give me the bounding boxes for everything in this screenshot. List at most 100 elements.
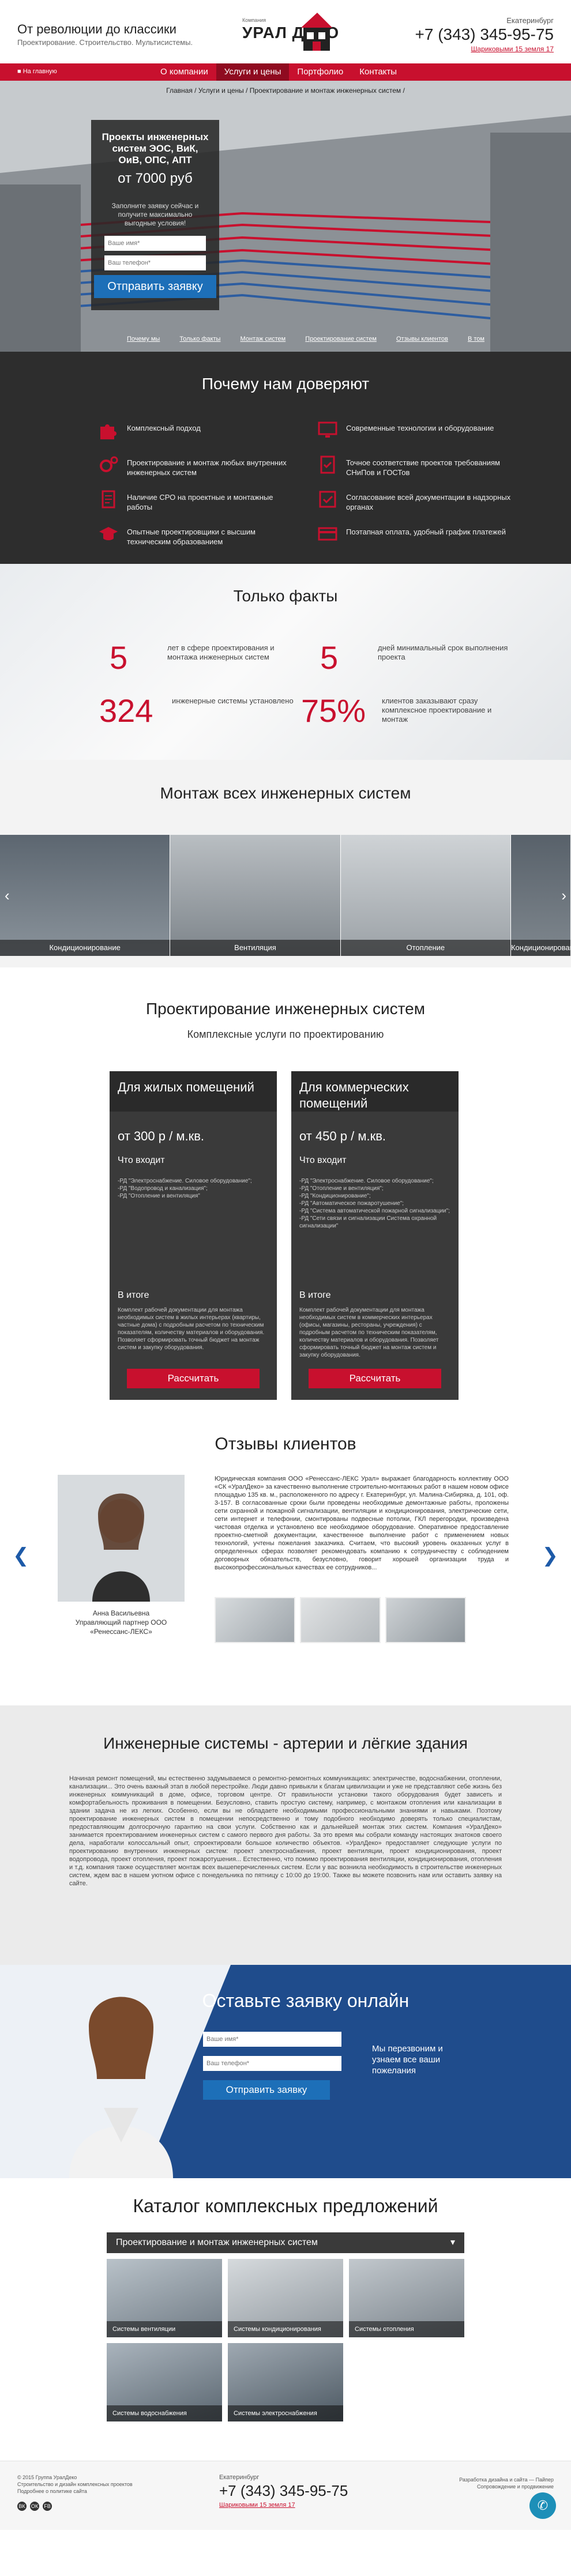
pricing-card-commercial: Для коммерческих помещений от 450 р / м.…: [291, 1071, 459, 1400]
nav-items: О компании Услуги и цены Портфолио Конта…: [152, 63, 405, 81]
footer-phone[interactable]: +7 (343) 345-95-75: [219, 2482, 348, 2500]
section-tab-more[interactable]: В том: [468, 336, 484, 342]
fact-number: 324: [99, 692, 153, 729]
calculate-button[interactable]: Рассчитать: [127, 1369, 260, 1388]
catalog-category-select[interactable]: Проектирование и монтаж инженерных систе…: [107, 2232, 464, 2253]
montage-slide-caption: Отопление: [340, 940, 510, 956]
review-thumbnail[interactable]: [385, 1597, 466, 1643]
catalog-card-caption: Системы кондиционирования: [228, 2321, 343, 2337]
slider-next-arrow-icon[interactable]: ›: [561, 887, 566, 905]
offer-price: от 7000 руб: [118, 171, 193, 186]
design-subtitle: Комплексные услуги по проектированию: [187, 1029, 384, 1040]
pricing-card-total-heading: В итоге: [299, 1290, 331, 1300]
pricing-card-head: Для жилых помещений: [110, 1071, 277, 1112]
catalog-grid: Системы вентиляции Системы кондициониров…: [107, 2259, 464, 2427]
footer-socials: ВК ОК FB: [17, 2502, 55, 2511]
breadcrumb[interactable]: Главная / Услуги и цены / Проектирование…: [0, 86, 571, 95]
section-tab-montage[interactable]: Монтаж систем: [241, 336, 286, 342]
fact-item: 5 дней минимальный срок выполнения проек…: [320, 639, 516, 685]
section-tab-facts[interactable]: Только факты: [179, 336, 220, 342]
phone-call-icon[interactable]: ✆: [529, 2492, 556, 2519]
montage-slide-caption: Вентиляция: [170, 940, 340, 956]
catalog-card[interactable]: Системы кондиционирования: [228, 2259, 343, 2337]
pricing-card-description: Комплект рабочей документации для монтаж…: [299, 1307, 439, 1358]
pricing-card-description: Комплект рабочей документации для монтаж…: [118, 1307, 265, 1351]
catalog-card-caption: Системы водоснабжения: [107, 2405, 222, 2421]
nav-item-services[interactable]: Услуги и цены: [216, 63, 290, 81]
site-footer: © 2015 Группа УралДеко Строительство и д…: [0, 2461, 571, 2530]
montage-section: Монтаж всех инженерных систем Кондициони…: [0, 760, 571, 967]
calculate-button[interactable]: Рассчитать: [309, 1369, 441, 1388]
trust-item: Проектирование и монтаж любых внутренних…: [98, 454, 294, 489]
fact-label: лет в сфере проектирования и монтажа инж…: [167, 643, 275, 661]
header-phone[interactable]: +7 (343) 345-95-75: [415, 25, 554, 44]
trust-item: Комплексный подход: [98, 420, 294, 454]
trust-item-text: Согласование всей документации в надзорн…: [346, 493, 511, 511]
footer-developer[interactable]: Разработка дизайна и сайта — Пайпер Сопр…: [438, 2476, 554, 2490]
nav-item-about[interactable]: О компании: [152, 63, 216, 81]
fact-item: 5 лет в сфере проектирования и монтажа и…: [110, 639, 306, 685]
catalog-card[interactable]: Системы вентиляции: [107, 2259, 222, 2337]
catalog-title: Каталог комплексных предложений: [133, 2195, 438, 2216]
pricing-card-includes-heading: Что входит: [299, 1155, 347, 1165]
reviews-prev-arrow-icon[interactable]: ❮: [13, 1544, 29, 1567]
review-thumbnail[interactable]: [300, 1597, 381, 1643]
logo[interactable]: Компания УРАЛ ДЕКО: [242, 6, 340, 58]
review-text: Юридическая компания ООО «Ренессанс-ЛЕКС…: [215, 1475, 509, 1571]
reviewer-name: Анна Васильевна Управляющий партнер ООО …: [75, 1609, 167, 1636]
hero-submit-button[interactable]: Отправить заявку: [94, 275, 216, 298]
footer-city: Екатеринбург: [219, 2474, 260, 2481]
reviews-next-arrow-icon[interactable]: ❯: [542, 1544, 559, 1567]
fact-number: 5: [110, 639, 128, 676]
slider-prev-arrow-icon[interactable]: ‹: [5, 887, 10, 905]
fact-item: 75% клиентов заказывают сразу комплексно…: [301, 692, 497, 738]
order-name-input[interactable]: [203, 2032, 341, 2047]
design-section: Проектирование инженерных систем Комплек…: [0, 967, 571, 1434]
montage-slide[interactable]: Кондиционирование: [0, 835, 171, 956]
reviewer-photo: [58, 1475, 185, 1602]
pricing-card-price: от 450 р / м.кв.: [299, 1129, 386, 1143]
trust-item-text: Точное соответствие проектов требованиям…: [346, 458, 500, 477]
catalog-card-caption: Системы электроснабжения: [228, 2405, 343, 2421]
hero-phone-input[interactable]: [104, 255, 206, 270]
monitor-icon: [318, 421, 337, 438]
review-thumbnails: [215, 1597, 471, 1643]
review-thumbnail[interactable]: [215, 1597, 295, 1643]
montage-slider[interactable]: Кондиционирование Вентиляция Отопление К…: [0, 835, 571, 956]
section-tab-why[interactable]: Почему мы: [127, 336, 160, 342]
trust-item: Опытные проектировщики с высшим техничес…: [98, 524, 294, 558]
trust-item-text: Наличие СРО на проектные и монтажные раб…: [127, 493, 273, 511]
facebook-icon[interactable]: FB: [43, 2502, 52, 2511]
catalog-card[interactable]: Системы отопления: [349, 2259, 464, 2337]
montage-slide[interactable]: Вентиляция: [170, 835, 341, 956]
montage-slide-caption: Кондиционирование: [510, 940, 571, 956]
catalog-card[interactable]: Системы водоснабжения: [107, 2343, 222, 2421]
logo-house-icon: [301, 13, 332, 51]
nav-home-link[interactable]: ■ На главную: [17, 68, 57, 75]
nav-item-contacts[interactable]: Контакты: [351, 63, 405, 81]
pricing-card-includes-heading: Что входит: [118, 1155, 165, 1165]
catalog-card[interactable]: Системы электроснабжения: [228, 2343, 343, 2421]
offer-title: Проекты инженерных систем ЭОС, ВиК, ОиВ,…: [102, 131, 209, 165]
nav-item-portfolio[interactable]: Портфолио: [289, 63, 351, 81]
footer-callback-link[interactable]: Шариковыми 15 земля 17: [219, 2502, 295, 2509]
section-tab-design[interactable]: Проектирование систем: [305, 336, 377, 342]
article-title: Инженерные системы - артерии и лёгкие зд…: [103, 1734, 468, 1752]
home-icon: ■: [17, 68, 23, 75]
trust-item: Согласование всей документации в надзорн…: [317, 489, 513, 524]
order-phone-input[interactable]: [203, 2056, 341, 2071]
order-submit-button[interactable]: Отправить заявку: [203, 2080, 330, 2100]
section-tab-reviews[interactable]: Отзывы клиентов: [396, 336, 448, 342]
fact-number: 75%: [301, 692, 366, 729]
ok-icon[interactable]: ОК: [30, 2502, 39, 2511]
pricing-card-total-heading: В итоге: [118, 1290, 149, 1300]
pricing-card-price: от 300 р / м.кв.: [118, 1129, 204, 1143]
header-callback-link[interactable]: Шариковыми 15 земля 17: [471, 45, 554, 53]
montage-title: Монтаж всех инженерных систем: [160, 784, 411, 802]
hero-name-input[interactable]: [104, 236, 206, 251]
main-nav: ■ На главную О компании Услуги и цены По…: [0, 63, 571, 81]
montage-slide[interactable]: Отопление: [340, 835, 511, 956]
trust-item: Наличие СРО на проектные и монтажные раб…: [98, 489, 294, 524]
vk-icon[interactable]: ВК: [17, 2502, 27, 2511]
fact-item: 324 инженерные системы установлено: [99, 692, 295, 738]
